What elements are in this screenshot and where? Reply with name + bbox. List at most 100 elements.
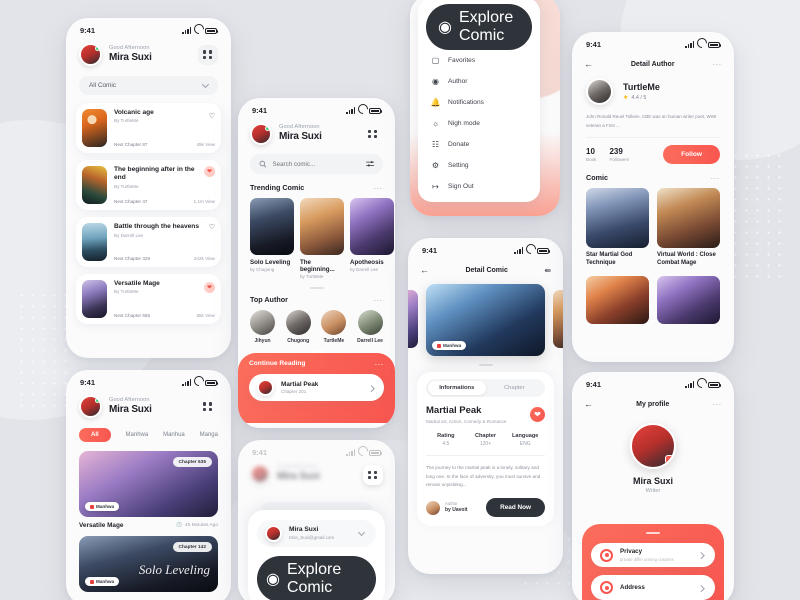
drag-handle[interactable] (309, 350, 324, 353)
comic-title: Versatile Mage (79, 522, 124, 529)
avatar[interactable] (250, 123, 272, 145)
continue-item[interactable]: Martial Peak Chapter 201 (249, 374, 384, 402)
menu-item-author[interactable]: ◉ Author (418, 71, 540, 92)
table-row[interactable]: Versatile Mage By TurtleMe ❤ Next Chapte… (76, 274, 221, 324)
menu-item-favorites[interactable]: ▢ Favorites (418, 50, 540, 71)
menu-grid-button[interactable] (363, 124, 383, 144)
comic-cover[interactable] (657, 275, 720, 324)
menu-grid-button[interactable] (198, 397, 218, 417)
menu-item-sign-out[interactable]: ↦ Sign Out (418, 176, 540, 197)
stat-label: Rating (437, 433, 455, 440)
stat-label: Language (511, 433, 539, 440)
chevron-right-icon (697, 552, 704, 559)
location-icon (600, 581, 613, 595)
updated-time: 45 Minutes Ago (184, 523, 218, 528)
trending-section-header: Trending Comic ⋯ (238, 174, 395, 192)
menu-item-notifications[interactable]: 🔔 Notifications (418, 92, 540, 113)
tab-informations[interactable]: Informations (428, 381, 486, 396)
status-time: 9:41 (252, 448, 268, 457)
comic-grid-item[interactable]: Virtual World : Close Combat Mage (657, 188, 720, 268)
more-icon[interactable]: ⋯ (712, 400, 722, 409)
menu-item-explore-comic[interactable]: ◉ Explore Comic (426, 4, 532, 50)
read-now-button[interactable]: Read Now (486, 498, 545, 518)
more-icon[interactable]: ⋯ (373, 295, 383, 304)
comic-cover[interactable] (586, 275, 649, 324)
follow-button[interactable]: Follow (663, 145, 720, 165)
drag-handle[interactable] (646, 532, 660, 535)
menu-item-night-mode[interactable]: ☼ Nigh mode (418, 113, 540, 134)
avatar (265, 525, 282, 542)
heart-icon[interactable]: ❤ (204, 166, 215, 177)
arrow-left-icon[interactable]: ← (420, 265, 429, 275)
arrow-left-icon[interactable]: ← (584, 59, 593, 69)
trending-card[interactable]: The beginning... by TurtleMe (300, 198, 344, 279)
comic-title: Martial Peak (426, 405, 482, 417)
more-icon[interactable]: ⋯ (374, 359, 384, 368)
tab-manhwa[interactable]: Manhwa (126, 432, 149, 438)
trending-card[interactable]: Apotheosis by Darrell Lee (350, 198, 394, 272)
comic-thumbnail (82, 280, 107, 318)
next-chapter: Next Chapter 329 (114, 256, 151, 261)
stat-value: 239 (609, 147, 623, 157)
avatar[interactable] (630, 423, 676, 469)
camera-icon[interactable] (665, 455, 674, 464)
hero-cover[interactable]: Manhwa (426, 284, 545, 356)
search-bar[interactable] (250, 154, 383, 174)
menu-item-sub: private differ among customs (620, 556, 674, 562)
tab-manhua[interactable]: Manhua (163, 432, 185, 438)
bookmark-icon[interactable]: ♡ (209, 223, 215, 231)
status-time: 9:41 (80, 378, 96, 387)
tab-manga[interactable]: Manga (200, 432, 218, 438)
search-input[interactable] (272, 160, 360, 168)
avatar[interactable] (79, 43, 102, 66)
bookmark-icon[interactable]: ♡ (209, 112, 215, 120)
account-selector[interactable]: Mira Suxi Mira_Suxi@gmail.com (257, 520, 376, 547)
heart-icon[interactable]: ❤ (204, 281, 215, 293)
comic-grid-item[interactable]: Star Martial God Technique (586, 188, 649, 268)
carousel-item-prev[interactable] (408, 290, 418, 348)
phone-categories: 9:41 Good Afternoon Mira Suxi All Manhwa… (66, 370, 231, 600)
filter-icon[interactable] (365, 160, 374, 168)
more-icon[interactable]: ⋯ (710, 173, 720, 182)
tab-chapter[interactable]: Chapter (486, 381, 544, 395)
arrow-left-icon[interactable]: ← (584, 399, 593, 409)
comic-cover[interactable]: Chapter 635 Manhwa (79, 451, 218, 517)
author-item[interactable]: TurtleMe (321, 310, 347, 344)
status-icons (685, 41, 722, 48)
phone-home-list: 9:41 Good Afternoon Mira Suxi All Comic (66, 18, 231, 358)
filter-dropdown[interactable]: All Comic (79, 76, 218, 95)
table-row[interactable]: Battle through the heavens By Darrell Le… (76, 217, 221, 267)
more-icon[interactable]: ⋯ (712, 60, 722, 69)
bookmark-icon: ▢ (431, 56, 440, 65)
menu-item-privacy[interactable]: Privacy private differ among customs (591, 543, 715, 568)
comic-title: Solo Leveling (250, 259, 291, 266)
menu-item-label: Nigh mode (448, 120, 480, 127)
menu-item-address[interactable]: Address (591, 575, 715, 600)
menu-grid-button[interactable] (198, 44, 218, 65)
tab-all[interactable]: All (79, 428, 111, 442)
share-icon[interactable]: ⇚ (544, 266, 551, 275)
chevron-down-icon (357, 528, 366, 536)
menu-item-label: Address (620, 584, 645, 592)
detail-sheet: Informations Chapter Martial Peak Martia… (417, 372, 554, 527)
menu-item-explore-comic[interactable]: ◉ Explore Comic (257, 556, 376, 600)
author-item[interactable]: Darrell Lee (357, 310, 383, 344)
author-item[interactable]: Chugong (285, 310, 311, 344)
more-icon[interactable]: ⋯ (373, 183, 383, 192)
table-row[interactable]: The beginning after in the end By Turtle… (76, 160, 221, 210)
menu-grid-button[interactable] (363, 465, 383, 485)
table-row[interactable]: Volcanic age By TurtleMe ♡ Next Chapter … (76, 103, 221, 153)
trending-card[interactable]: Solo Leveling by Chugong (250, 198, 294, 272)
author-item[interactable]: Jihyun (250, 310, 275, 344)
menu-item-donate[interactable]: ☷ Donate (418, 134, 540, 155)
carousel-item-next[interactable] (553, 290, 563, 348)
stat-value: 4.5 (442, 441, 450, 448)
menu-item-setting[interactable]: ⚙ Setting (418, 155, 540, 176)
menu-item-label: Explore Comic (286, 561, 342, 596)
wifi-icon (194, 27, 202, 34)
comic-title: Versatile Mage (114, 280, 160, 287)
avatar[interactable] (79, 395, 102, 418)
heart-icon[interactable]: ❤ (530, 407, 545, 423)
comic-cover[interactable]: Chapter 142 Manhwa Solo Leveling (79, 536, 218, 592)
drag-handle[interactable] (478, 364, 493, 367)
